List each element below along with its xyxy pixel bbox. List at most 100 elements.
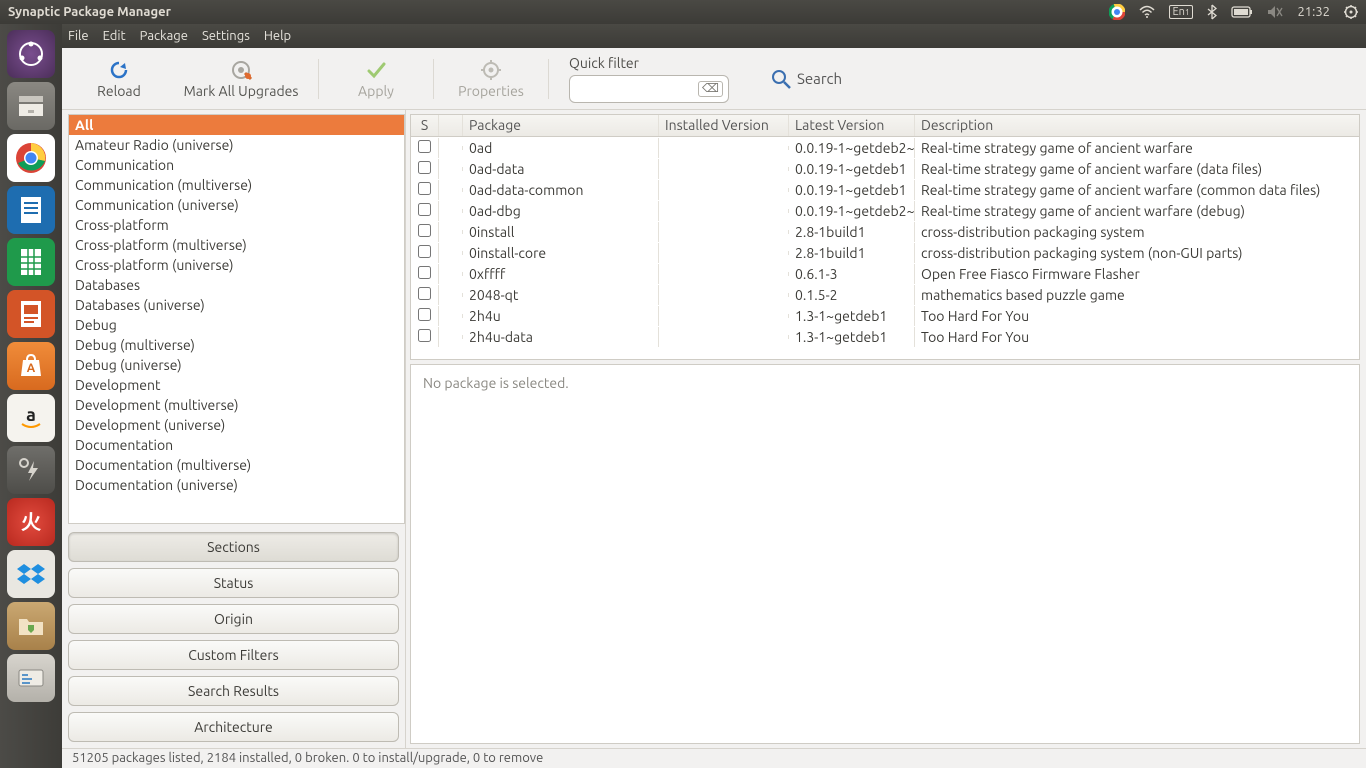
package-checkbox[interactable] — [418, 245, 431, 258]
status-bar: 51205 packages listed, 2184 installed, 0… — [62, 748, 1366, 768]
launcher-software[interactable]: A — [7, 342, 55, 390]
svg-text:火: 火 — [21, 510, 42, 533]
system-indicators: En1 21:32 — [1109, 4, 1359, 20]
table-row[interactable]: 0ad-data0.0.19-1~getdeb1Real-time strate… — [411, 158, 1359, 179]
col-description[interactable]: Description — [915, 115, 1359, 136]
search-results-button[interactable]: Search Results — [68, 676, 399, 706]
battery-icon[interactable] — [1231, 6, 1253, 18]
upgrade-icon — [230, 59, 252, 81]
launcher-folder[interactable] — [7, 602, 55, 650]
category-item[interactable]: Amateur Radio (universe) — [69, 135, 404, 155]
category-item[interactable]: Databases — [69, 275, 404, 295]
package-checkbox[interactable] — [418, 224, 431, 237]
apply-button[interactable]: Apply — [331, 50, 421, 108]
category-item[interactable]: Documentation — [69, 435, 404, 455]
clear-icon[interactable]: ⌫ — [698, 81, 723, 97]
table-row[interactable]: 0ad0.0.19-1~getdeb2~Real-time strategy g… — [411, 137, 1359, 158]
package-checkbox[interactable] — [418, 287, 431, 300]
cell-latest-version: 0.6.1-3 — [789, 264, 915, 284]
wifi-icon[interactable] — [1139, 5, 1155, 19]
table-row[interactable]: 0install2.8-1build1cross-distribution pa… — [411, 221, 1359, 242]
category-item[interactable]: Development (universe) — [69, 415, 404, 435]
table-row[interactable]: 0ad-data-common0.0.19-1~getdeb1Real-time… — [411, 179, 1359, 200]
cell-installed-version — [659, 167, 789, 171]
origin-button[interactable]: Origin — [68, 604, 399, 634]
table-row[interactable]: 2h4u1.3-1~getdeb1Too Hard For You — [411, 305, 1359, 326]
cell-installed-version — [659, 146, 789, 150]
chrome-icon[interactable] — [1109, 4, 1125, 20]
menu-edit[interactable]: Edit — [103, 29, 126, 43]
table-header[interactable]: S Package Installed Version Latest Versi… — [411, 115, 1359, 137]
category-item[interactable]: Cross-platform — [69, 215, 404, 235]
table-row[interactable]: 2048-qt0.1.5-2mathematics based puzzle g… — [411, 284, 1359, 305]
package-checkbox[interactable] — [418, 161, 431, 174]
category-item[interactable]: Debug (multiverse) — [69, 335, 404, 355]
custom-filters-button[interactable]: Custom Filters — [68, 640, 399, 670]
launcher-synaptic[interactable] — [7, 654, 55, 702]
search-button[interactable]: Search — [771, 69, 842, 89]
reload-button[interactable]: Reload — [74, 50, 164, 108]
gear-icon[interactable] — [1344, 5, 1358, 19]
sections-button[interactable]: Sections — [68, 532, 399, 562]
category-list[interactable]: AllAmateur Radio (universe)Communication… — [68, 114, 405, 524]
category-item[interactable]: Cross-platform (multiverse) — [69, 235, 404, 255]
col-latest-version[interactable]: Latest Version — [789, 115, 915, 136]
category-item[interactable]: Documentation (multiverse) — [69, 455, 404, 475]
menu-package[interactable]: Package — [140, 29, 188, 43]
package-checkbox[interactable] — [418, 203, 431, 216]
menu-help[interactable]: Help — [264, 29, 291, 43]
category-item[interactable]: All — [69, 115, 404, 135]
cell-installed-version — [659, 314, 789, 318]
category-item[interactable]: Documentation (universe) — [69, 475, 404, 495]
architecture-button[interactable]: Architecture — [68, 712, 399, 742]
properties-button[interactable]: Properties — [446, 50, 536, 108]
category-item[interactable]: Debug (universe) — [69, 355, 404, 375]
cell-latest-version: 1.3-1~getdeb1 — [789, 327, 915, 347]
launcher-chrome[interactable] — [7, 134, 55, 182]
col-installed-version[interactable]: Installed Version — [659, 115, 789, 136]
menu-file[interactable]: File — [68, 29, 89, 43]
menu-settings[interactable]: Settings — [202, 29, 250, 43]
top-panel: Synaptic Package Manager En1 21:32 — [0, 0, 1366, 24]
clock[interactable]: 21:32 — [1297, 5, 1330, 19]
cell-latest-version: 0.0.19-1~getdeb1 — [789, 159, 915, 179]
category-item[interactable]: Communication (universe) — [69, 195, 404, 215]
launcher-impress[interactable] — [7, 290, 55, 338]
cell-package: 2h4u-data — [463, 327, 659, 347]
category-item[interactable]: Debug — [69, 315, 404, 335]
launcher-dropbox[interactable] — [7, 550, 55, 598]
volume-icon[interactable] — [1267, 5, 1283, 19]
status-button[interactable]: Status — [68, 568, 399, 598]
launcher-red[interactable]: 火 — [7, 498, 55, 546]
package-checkbox[interactable] — [418, 329, 431, 342]
table-row[interactable]: 0ad-dbg0.0.19-1~getdeb2~Real-time strate… — [411, 200, 1359, 221]
table-row[interactable]: 0install-core2.8-1build1cross-distributi… — [411, 242, 1359, 263]
launcher-calc[interactable] — [7, 238, 55, 286]
launcher-writer[interactable] — [7, 186, 55, 234]
col-status[interactable]: S — [411, 115, 439, 136]
table-row[interactable]: 2h4u-data1.3-1~getdeb1Too Hard For You — [411, 326, 1359, 347]
category-item[interactable]: Communication — [69, 155, 404, 175]
category-item[interactable]: Development (multiverse) — [69, 395, 404, 415]
cell-package: 0install-core — [463, 243, 659, 263]
category-item[interactable]: Databases (universe) — [69, 295, 404, 315]
mark-all-upgrades-button[interactable]: Mark All Upgrades — [176, 50, 306, 108]
launcher-amazon[interactable]: a — [7, 394, 55, 442]
col-mark[interactable] — [439, 115, 463, 136]
table-body[interactable]: 0ad0.0.19-1~getdeb2~Real-time strategy g… — [411, 137, 1359, 359]
category-item[interactable]: Development — [69, 375, 404, 395]
package-checkbox[interactable] — [418, 308, 431, 321]
category-item[interactable]: Cross-platform (universe) — [69, 255, 404, 275]
table-row[interactable]: 0xffff0.6.1-3Open Free Fiasco Firmware F… — [411, 263, 1359, 284]
col-package[interactable]: Package — [463, 115, 659, 136]
launcher-dash[interactable] — [7, 30, 55, 78]
launcher-settings[interactable] — [7, 446, 55, 494]
launcher-files[interactable] — [7, 82, 55, 130]
language-indicator[interactable]: En1 — [1169, 5, 1194, 19]
package-checkbox[interactable] — [418, 182, 431, 195]
category-item[interactable]: Communication (multiverse) — [69, 175, 404, 195]
bluetooth-icon[interactable] — [1207, 4, 1217, 20]
cell-package: 0ad — [463, 138, 659, 158]
package-checkbox[interactable] — [418, 140, 431, 153]
package-checkbox[interactable] — [418, 266, 431, 279]
